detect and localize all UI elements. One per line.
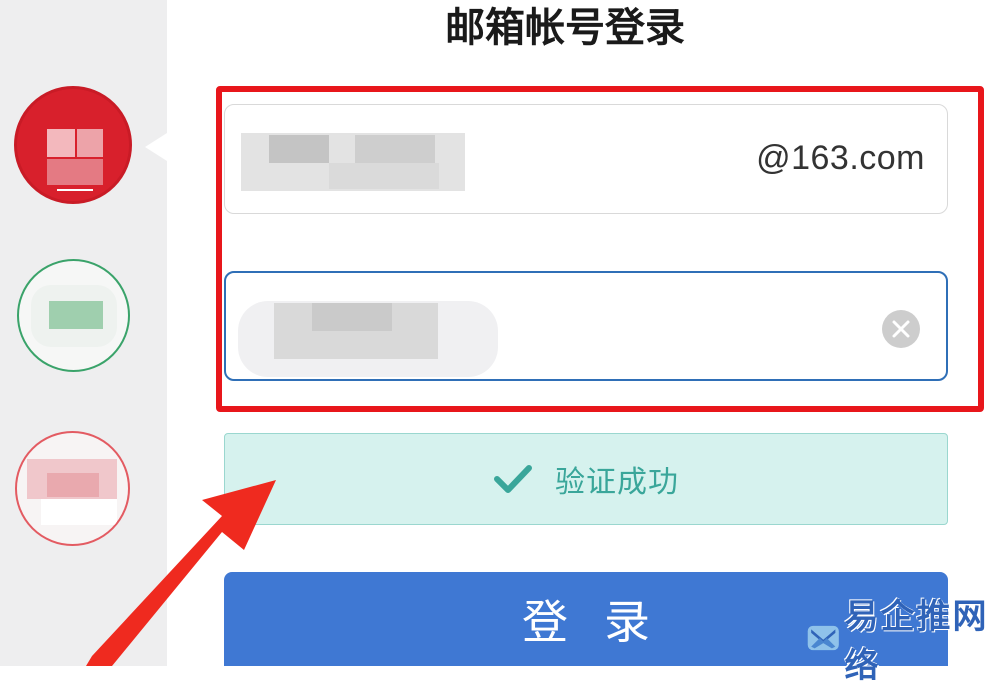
highlight-annotation-box	[216, 86, 984, 412]
provider-avatar-3[interactable]	[15, 431, 130, 546]
blurred-logo-line	[57, 189, 93, 191]
verification-status-text: 验证成功	[555, 465, 679, 500]
watermark-logo-icon	[807, 625, 839, 651]
blurred-logo-part	[47, 159, 103, 185]
verification-status-bar: 验证成功	[224, 433, 948, 525]
blurred-logo-part	[47, 129, 75, 157]
watermark-text: 易企推网络	[844, 597, 989, 686]
provider-sidebar	[0, 0, 167, 666]
login-button-label: 登录	[522, 596, 686, 648]
blurred-logo-part	[77, 129, 103, 157]
blurred-logo-part	[49, 301, 103, 329]
provider-avatar-163-selected[interactable]	[14, 86, 132, 204]
checkmark-icon	[494, 465, 532, 493]
provider-avatar-2[interactable]	[17, 259, 130, 372]
blurred-logo-part	[47, 473, 99, 497]
page-title: 邮箱帐号登录	[445, 5, 685, 51]
blurred-logo-part	[41, 499, 117, 525]
selected-provider-pointer	[145, 133, 167, 161]
watermark: 易企推网络	[806, 597, 1000, 686]
